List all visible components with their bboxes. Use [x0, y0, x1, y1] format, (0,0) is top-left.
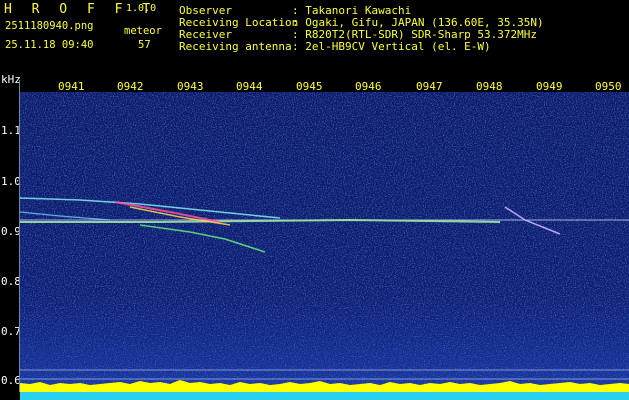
observer-label: Observer: [179, 4, 232, 17]
x-tick-label: 0945: [296, 80, 323, 93]
spectrogram-window: H R O F F T 1.0.0 2511180940.png meteor …: [0, 0, 629, 400]
spectrogram-plot: [20, 92, 629, 392]
x-tick-label: 0942: [117, 80, 144, 93]
location-value: : Ogaki, Gifu, JAPAN (136.60E, 35.35N): [292, 16, 544, 29]
y-axis-unit: kHz: [1, 73, 21, 86]
x-tick-label: 0947: [416, 80, 443, 93]
y-tick-label: 0.7: [1, 325, 21, 338]
y-tick-label: 0.9: [1, 225, 21, 238]
receiver-label: Receiver: [179, 28, 232, 41]
x-tick-label: 0949: [536, 80, 563, 93]
timestamp: 25.11.18 09:40: [5, 39, 94, 51]
observer-value: : Takanori Kawachi: [292, 4, 412, 17]
x-tick-label: 0943: [177, 80, 204, 93]
detection-count: 57: [138, 39, 151, 51]
x-tick-label: 0941: [58, 80, 85, 93]
antenna-value: : 2el-HB9CV Vertical (el. E-W): [292, 40, 491, 53]
app-version: 1.0.0: [126, 3, 157, 14]
location-label: Receiving Location: [179, 16, 299, 29]
x-tick-label: 0944: [236, 80, 263, 93]
antenna-label: Receiving antenna: [179, 40, 292, 53]
receiver-value: : R820T2(RTL-SDR) SDR-Sharp 53.372MHz: [292, 28, 538, 41]
bottom-level-bar: [20, 392, 629, 400]
x-tick-label: 0948: [476, 80, 503, 93]
y-tick-label: 0.6: [1, 374, 21, 387]
y-tick-label: 1.0: [1, 175, 21, 188]
x-tick-label: 0950: [595, 80, 622, 93]
x-tick-label: 0946: [355, 80, 382, 93]
y-tick-label: 1.1: [1, 124, 21, 137]
low-frequency-noise: [20, 292, 629, 392]
y-tick-label: 0.8: [1, 275, 21, 288]
detection-type-label: meteor: [124, 25, 162, 37]
file-name: 2511180940.png: [5, 20, 94, 32]
